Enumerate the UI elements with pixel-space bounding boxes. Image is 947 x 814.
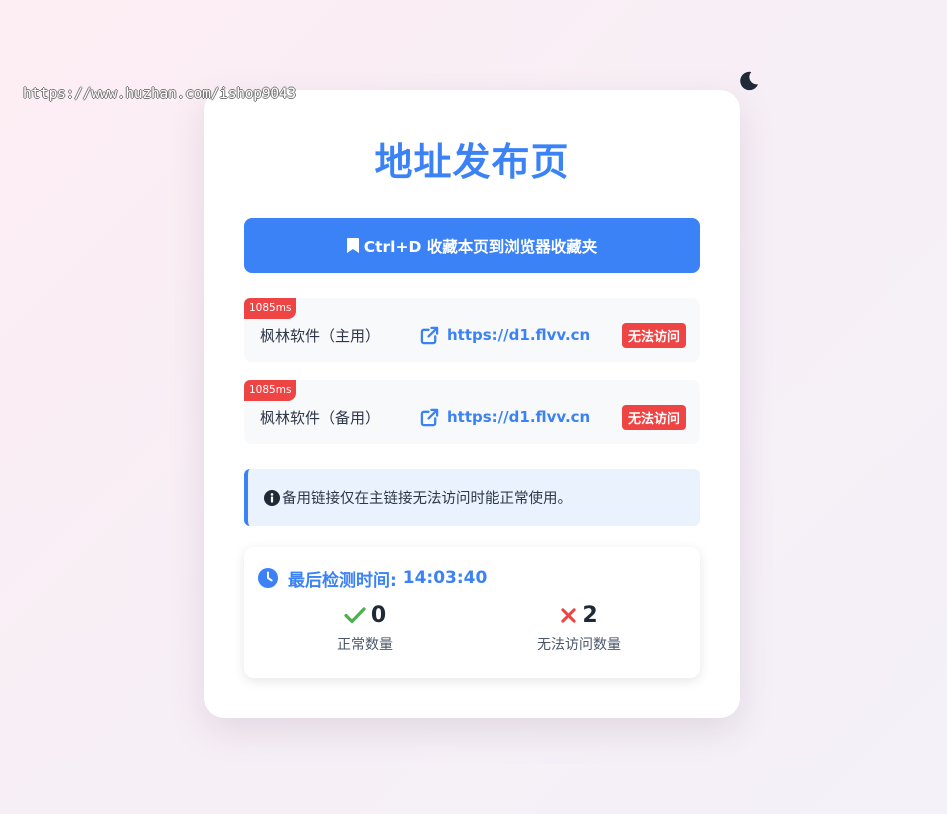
link-name: 枫林软件（主用） <box>260 326 381 345</box>
watermark-text: https://www.huzhan.com/ishop9043 <box>23 86 296 102</box>
last-check-label: 最后检测时间: <box>288 570 397 591</box>
stat-fail: 2 无法访问数量 <box>472 598 686 654</box>
moon-icon <box>740 71 758 91</box>
link-url-backup[interactable]: https://d1.flvv.cn <box>420 408 590 427</box>
cross-icon <box>560 607 577 624</box>
check-panel: 最后检测时间: 14:03:40 0 正常数量 2 无法访问数量 <box>244 547 700 678</box>
latency-badge: 1085ms <box>244 380 297 401</box>
link-url-primary[interactable]: https://d1.flvv.cn <box>420 326 590 345</box>
status-badge: 无法访问 <box>621 322 686 348</box>
external-link-icon <box>420 326 439 345</box>
last-check-time: 最后检测时间: 14:03:40 <box>258 566 686 591</box>
stat-fail-label: 无法访问数量 <box>537 637 621 653</box>
main-card: 地址发布页 Ctrl+D 收藏本页到浏览器收藏夹 1085ms 枫林软件（主用）… <box>204 90 740 718</box>
stats-row: 0 正常数量 2 无法访问数量 <box>258 598 686 654</box>
link-row-backup: 1085ms 枫林软件（备用） https://d1.flvv.cn 无法访问 <box>244 380 700 444</box>
latency-badge: 1085ms <box>244 298 297 319</box>
link-url-text: https://d1.flvv.cn <box>447 408 591 426</box>
stat-ok: 0 正常数量 <box>258 598 472 654</box>
stat-fail-value: 2 <box>582 602 598 628</box>
external-link-icon <box>420 408 439 427</box>
bookmark-icon <box>346 238 359 253</box>
clock-icon <box>258 568 278 588</box>
bookmark-button-label: Ctrl+D 收藏本页到浏览器收藏夹 <box>363 237 598 256</box>
link-url-text: https://d1.flvv.cn <box>447 326 591 344</box>
link-row-primary: 1085ms 枫林软件（主用） https://d1.flvv.cn 无法访问 <box>244 298 700 362</box>
stat-ok-value: 0 <box>370 602 387 628</box>
check-icon <box>344 606 366 624</box>
notice-box: 备用链接仅在主链接无法访问时能正常使用。 <box>244 469 700 526</box>
theme-toggle-button[interactable] <box>736 68 762 94</box>
page-title: 地址发布页 <box>374 140 570 184</box>
bookmark-button[interactable]: Ctrl+D 收藏本页到浏览器收藏夹 <box>244 218 700 273</box>
notice-text: 备用链接仅在主链接无法访问时能正常使用。 <box>282 491 572 507</box>
status-badge: 无法访问 <box>621 404 686 430</box>
last-check-value: 14:03:40 <box>402 568 488 588</box>
stat-ok-label: 正常数量 <box>337 637 393 653</box>
link-name: 枫林软件（备用） <box>260 408 381 427</box>
info-icon <box>264 489 280 506</box>
